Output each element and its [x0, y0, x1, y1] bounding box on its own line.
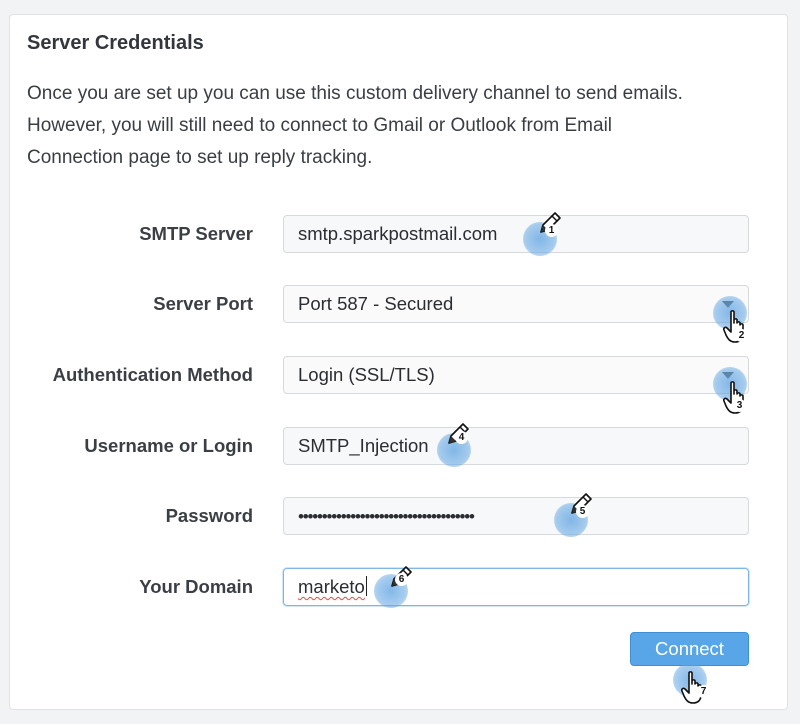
- text-cursor: [365, 576, 367, 596]
- domain-input[interactable]: marketo: [283, 568, 749, 606]
- smtp-server-value: smtp.sparkpostmail.com: [298, 223, 498, 244]
- domain-row: Your Domain marketo: [0, 568, 779, 608]
- server-port-label: Server Port: [153, 293, 253, 314]
- smtp-server-input[interactable]: smtp.sparkpostmail.com: [283, 215, 749, 253]
- server-port-select[interactable]: Port 587 - Secured: [283, 285, 749, 323]
- section-title: Server Credentials: [27, 32, 204, 54]
- password-label: Password: [165, 505, 253, 526]
- server-port-row: Server Port Port 587 - Secured: [0, 285, 779, 325]
- username-row: Username or Login SMTP_Injection: [0, 427, 779, 467]
- smtp-server-label: SMTP Server: [139, 223, 253, 244]
- username-value: SMTP_Injection: [298, 435, 429, 456]
- domain-value: marketo: [298, 576, 365, 597]
- username-label: Username or Login: [84, 435, 253, 456]
- description-line: However, you will still need to connect …: [27, 115, 613, 136]
- password-value: •••••••••••••••••••••••••••••••••••••: [298, 507, 475, 526]
- description-line: Once you are set up you can use this cus…: [27, 83, 683, 104]
- username-input[interactable]: SMTP_Injection: [283, 427, 749, 465]
- password-input[interactable]: •••••••••••••••••••••••••••••••••••••: [283, 497, 749, 535]
- description-line: Connection page to set up reply tracking…: [27, 147, 373, 168]
- auth-method-select[interactable]: Login (SSL/TLS): [283, 356, 749, 394]
- caret-down-icon[interactable]: [722, 372, 734, 379]
- auth-method-value: Login (SSL/TLS): [298, 364, 435, 385]
- auth-method-row: Authentication Method Login (SSL/TLS): [0, 356, 779, 396]
- server-port-value: Port 587 - Secured: [298, 293, 454, 314]
- domain-label: Your Domain: [139, 576, 253, 597]
- caret-down-icon[interactable]: [722, 301, 734, 308]
- password-row: Password •••••••••••••••••••••••••••••••…: [0, 497, 779, 537]
- connect-button[interactable]: Connect: [630, 632, 749, 666]
- section-description: Once you are set up you can use this cus…: [27, 78, 767, 174]
- auth-method-label: Authentication Method: [52, 364, 253, 385]
- smtp-server-row: SMTP Server smtp.sparkpostmail.com: [0, 215, 779, 255]
